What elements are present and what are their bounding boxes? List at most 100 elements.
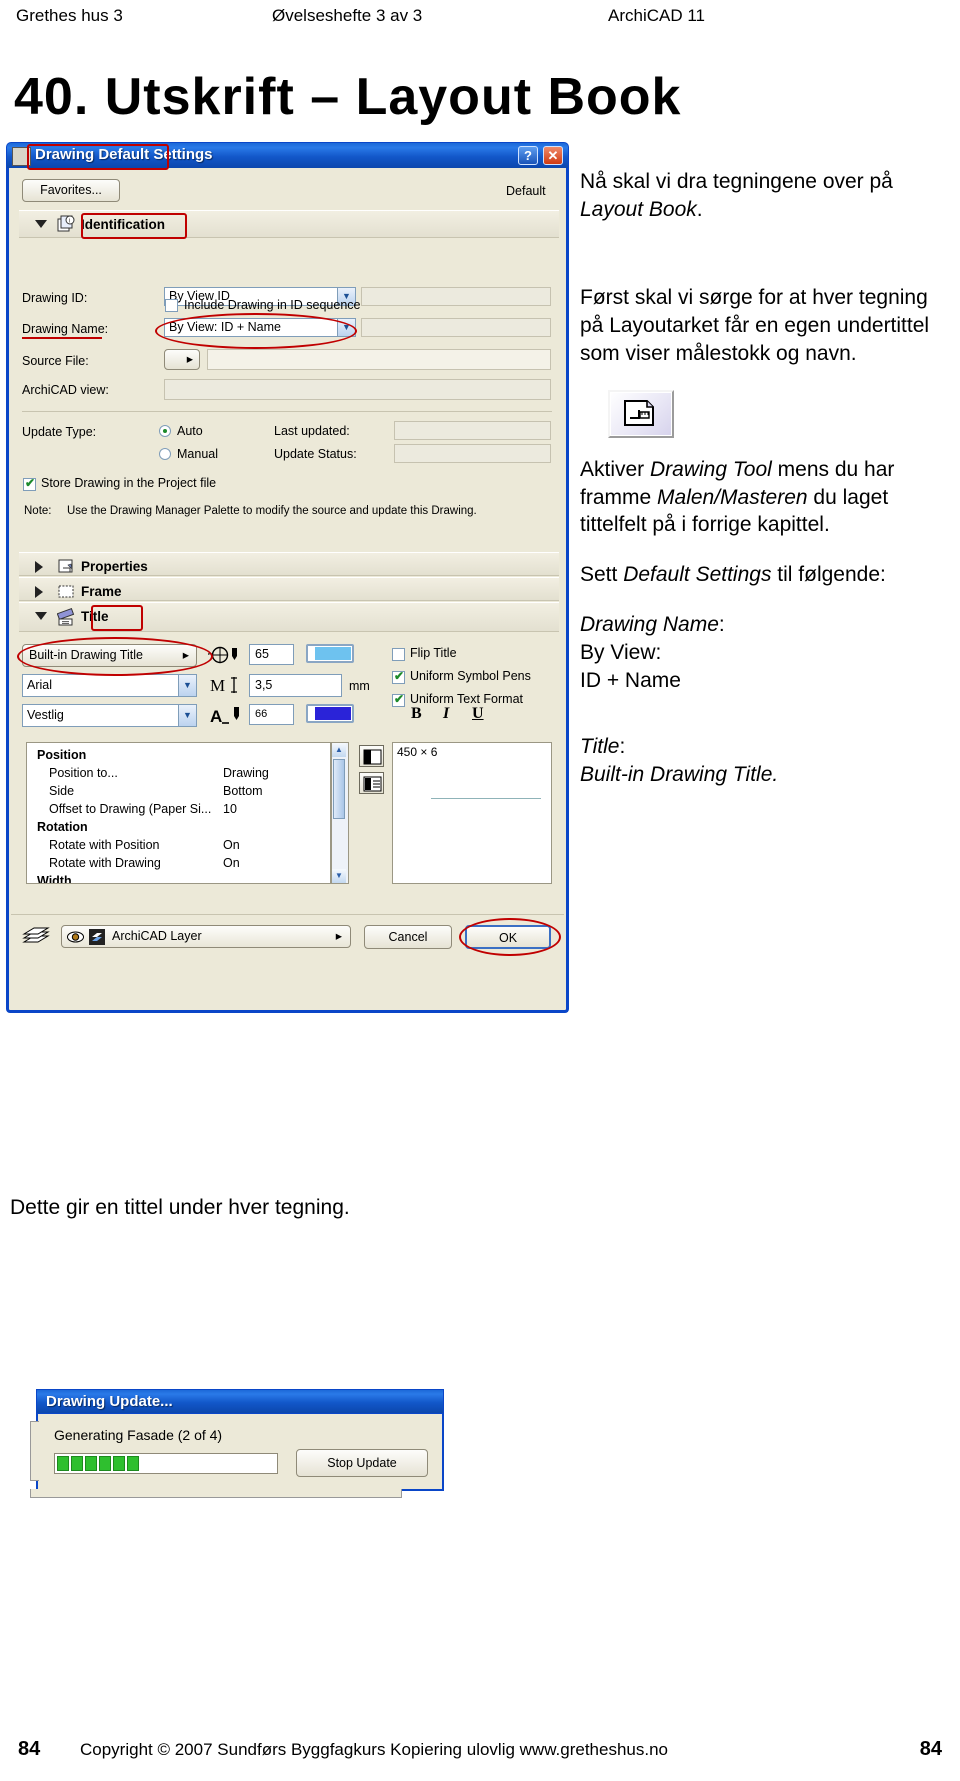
parameter-value: Bottom <box>223 784 263 798</box>
close-button[interactable]: ✕ <box>543 146 563 165</box>
progress-title-bar[interactable]: Drawing Update... <box>36 1389 444 1414</box>
title-type-button[interactable]: Built-in Drawing Title ▸ <box>22 644 197 667</box>
preview-mode-button-2[interactable] <box>359 772 384 794</box>
section-header-identification[interactable]: i Identification <box>19 210 559 238</box>
svg-text:A: A <box>210 707 222 726</box>
preview-mode-button-1[interactable] <box>359 745 384 767</box>
parameter-value: Drawing <box>223 766 269 780</box>
chevron-right-icon: ▸ <box>182 648 189 662</box>
drawing-id-label: Drawing ID: <box>22 291 88 305</box>
layer-selector[interactable]: ArchiCAD Layer ▸ <box>61 925 351 948</box>
note-3-text-a: Aktiver <box>580 457 651 481</box>
drawing-name-value: By View: ID + Name <box>169 320 281 334</box>
store-drawing-checkbox[interactable] <box>23 476 36 491</box>
chevron-down-icon[interactable]: ▼ <box>178 675 196 696</box>
section-header-properties[interactable]: Properties <box>19 552 559 576</box>
footer-divider <box>11 914 564 915</box>
underline-button[interactable]: U <box>472 705 484 723</box>
help-button[interactable]: ? <box>518 146 538 165</box>
preview-size-label: 450 × 6 <box>397 745 438 759</box>
drawing-default-settings-dialog: Drawing Default Settings ? ✕ Favorites..… <box>6 142 569 1013</box>
copyright-text: Copyright © 2007 Sundførs Byggfagkurs Ko… <box>80 1740 669 1759</box>
progress-title: Drawing Update... <box>46 1393 173 1410</box>
parameter-row[interactable]: Rotation <box>27 819 330 837</box>
note-3-emph-2: Malen/Masteren <box>657 485 808 509</box>
note-6-emph: Title <box>580 735 620 759</box>
cancel-button[interactable]: Cancel <box>364 925 452 949</box>
uniform-symbol-pens-label: Uniform Symbol Pens <box>410 669 531 683</box>
parameter-row[interactable]: Position to... Drawing <box>27 765 330 783</box>
update-type-manual-label: Manual <box>177 447 218 461</box>
text-pen-color-swatch[interactable] <box>306 704 354 723</box>
parameter-row[interactable]: Side Bottom <box>27 783 330 801</box>
drawing-tool-button[interactable] <box>608 389 674 438</box>
chevron-down-icon[interactable]: ▼ <box>337 319 355 336</box>
text-size-value[interactable]: 3,5 <box>249 674 342 697</box>
parameter-key: Side <box>49 784 75 798</box>
parameter-list[interactable]: Position Position to... Drawing Side Bottom O… <box>26 742 331 884</box>
update-status-label: Update Status: <box>274 447 357 461</box>
scrollbar-thumb[interactable] <box>333 759 345 819</box>
uniform-text-format-checkbox[interactable] <box>392 692 405 707</box>
note-5-line-2: By View: <box>580 641 662 665</box>
symbol-pen-icon <box>208 646 237 664</box>
parameter-row[interactable]: Position <box>27 747 330 765</box>
default-label: Default <box>506 184 546 198</box>
parameter-key: Width <box>37 874 72 884</box>
font-select[interactable]: Arial ▼ <box>22 674 197 697</box>
text-pen-icon: A <box>210 707 239 726</box>
ok-button[interactable]: OK <box>465 925 551 949</box>
title-icon <box>57 608 75 626</box>
window-bottom-edge <box>30 1489 402 1498</box>
parameter-row[interactable]: Offset to Drawing (Paper Si... 10 <box>27 801 330 819</box>
bold-button[interactable]: B <box>411 705 422 723</box>
running-head: Grethes hus 3 Øvelseshefte 3 av 3 ArchiC… <box>0 6 960 32</box>
section-header-title[interactable]: Title <box>19 602 559 632</box>
page-title: 40. Utskrift – Layout Book <box>14 68 682 126</box>
uniform-symbol-pens-checkbox[interactable] <box>392 669 405 684</box>
instruction-notes: Nå skal vi dra tegningene over på Layout… <box>580 168 950 811</box>
section-header-frame[interactable]: Frame <box>19 577 559 601</box>
parameter-row[interactable]: Rotate with Position On <box>27 837 330 855</box>
drawing-name-readout <box>361 318 551 337</box>
frame-icon <box>58 585 74 598</box>
text-size-unit: mm <box>349 679 370 693</box>
text-size-icon: M <box>210 676 237 695</box>
scroll-up-icon[interactable]: ▲ <box>332 743 346 757</box>
note-1-text-a: Nå skal vi dra tegningene over på <box>580 170 893 193</box>
title-type-value: Built-in Drawing Title <box>29 648 143 662</box>
note-4-text-b: til følgende: <box>771 563 886 587</box>
running-head-left: Grethes hus 3 <box>16 6 123 25</box>
update-status-value <box>394 444 551 463</box>
source-file-browse-button[interactable]: ▸ <box>164 349 200 370</box>
note-paragraph-6: Title: Built-in Drawing Title. <box>580 733 950 789</box>
scroll-down-icon[interactable]: ▼ <box>332 869 346 883</box>
include-in-id-sequence-checkbox[interactable] <box>165 299 178 312</box>
update-type-auto-radio[interactable] <box>159 425 171 437</box>
page-number-left: 84 <box>18 1738 41 1760</box>
progress-block <box>85 1456 97 1471</box>
chevron-right-icon: ▸ <box>335 929 342 943</box>
drawing-name-select[interactable]: By View: ID + Name ▼ <box>164 318 356 337</box>
favorites-button[interactable]: Favorites... <box>22 179 120 202</box>
italic-button[interactable]: I <box>443 705 449 723</box>
stop-update-button[interactable]: Stop Update <box>296 1449 428 1477</box>
style-select[interactable]: Vestlig ▼ <box>22 704 197 727</box>
note-paragraph-5: Drawing Name: By View: ID + Name <box>580 611 950 695</box>
chevron-down-icon <box>35 612 47 620</box>
parameter-row[interactable]: Width <box>27 873 330 884</box>
parameter-value: 10 <box>223 802 237 816</box>
parameter-list-scrollbar[interactable]: ▲ ▼ <box>331 742 349 884</box>
symbol-pen-color-swatch[interactable] <box>306 644 354 663</box>
update-type-manual-radio[interactable] <box>159 448 171 460</box>
dialog-title-bar[interactable]: Drawing Default Settings ? ✕ <box>6 142 569 168</box>
properties-icon <box>58 559 73 573</box>
text-pen-value[interactable]: 66 <box>249 704 294 725</box>
title-preview: 450 × 6 <box>392 742 552 884</box>
flip-title-checkbox[interactable] <box>392 648 405 661</box>
symbol-pen-value[interactable]: 65 <box>249 644 294 665</box>
drawing-name-label: Drawing Name: <box>22 322 109 336</box>
parameter-row[interactable]: Rotate with Drawing On <box>27 855 330 873</box>
chevron-down-icon[interactable]: ▼ <box>178 705 196 726</box>
note-6-line-2: Built-in Drawing Title. <box>580 762 779 786</box>
